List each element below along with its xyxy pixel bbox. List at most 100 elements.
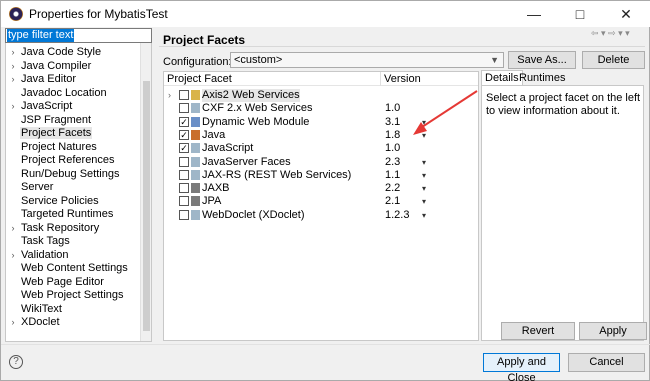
expand-arrow-icon[interactable]: › [6, 60, 20, 73]
facet-name: JAXB [202, 182, 230, 195]
delete-button[interactable]: Delete [582, 51, 645, 69]
revert-button[interactable]: Revert [501, 322, 575, 340]
tree-scrollbar-thumb[interactable] [143, 81, 150, 331]
column-version[interactable]: Version [384, 73, 421, 85]
maximize-icon[interactable]: □ [557, 1, 603, 27]
chevron-down-icon[interactable]: ▾ [422, 209, 426, 222]
facet-checkbox[interactable] [179, 196, 189, 207]
configuration-label: Configuration: [163, 56, 232, 68]
save-as-button[interactable]: Save As... [508, 51, 576, 69]
facet-row[interactable]: JAX-RS (REST Web Services) 1.1 ▾ [164, 169, 478, 182]
help-icon[interactable]: ? [9, 355, 23, 369]
chevron-down-icon[interactable]: ▾ [422, 169, 426, 182]
tree-item[interactable]: Task Tags [6, 235, 71, 248]
facet-version[interactable]: 1.0 [385, 102, 400, 115]
tree-item[interactable]: › Java Compiler [6, 60, 92, 73]
facet-version[interactable]: 2.2 [385, 182, 400, 195]
facet-version[interactable]: 1.8 [385, 129, 400, 142]
tree-item[interactable]: Web Project Settings [6, 289, 125, 302]
facet-version[interactable]: 2.3 [385, 156, 400, 169]
tree-item[interactable]: Server [6, 181, 54, 194]
facet-row[interactable]: JavaServer Faces 2.3 ▾ [164, 156, 478, 169]
chevron-down-icon[interactable]: ▾ [422, 195, 426, 208]
tree-item[interactable]: › Validation [6, 249, 70, 262]
apply-and-close-button[interactable]: Apply and Close [483, 353, 560, 381]
expand-arrow-icon[interactable]: › [6, 100, 20, 113]
header-separator [159, 46, 645, 47]
facet-version[interactable]: 1.2.3 [385, 209, 409, 222]
facet-version[interactable]: 2.1 [385, 195, 400, 208]
tree-item-label: Java Editor [21, 73, 77, 85]
chevron-down-icon[interactable]: ▾ [422, 129, 426, 142]
filter-input[interactable]: type filter text [5, 28, 152, 43]
expand-arrow-icon[interactable]: › [6, 316, 20, 329]
close-icon[interactable]: ✕ [603, 1, 649, 27]
expand-arrow-icon[interactable]: › [6, 73, 20, 86]
cancel-button[interactable]: Cancel [568, 353, 645, 372]
facet-version[interactable]: 3.1 [385, 116, 400, 129]
chevron-down-icon[interactable]: ▾ [422, 182, 426, 195]
tree-item[interactable]: Targeted Runtimes [6, 208, 114, 221]
facet-row[interactable]: JPA 2.1 ▾ [164, 195, 478, 208]
tree-item[interactable]: Run/Debug Settings [6, 168, 120, 181]
tree-item[interactable]: Project Natures [6, 141, 98, 154]
tree-item-label: WikiText [21, 302, 62, 315]
page-icon [191, 169, 200, 180]
facet-checkbox[interactable] [179, 156, 189, 167]
facet-checkbox[interactable] [179, 90, 189, 100]
facet-row[interactable]: ✓ Dynamic Web Module 3.1 ▾ [164, 116, 478, 129]
facet-version[interactable]: 1.0 [385, 142, 400, 155]
tree-item[interactable]: JSP Fragment [6, 114, 92, 127]
facet-checkbox[interactable]: ✓ [179, 143, 189, 154]
facet-checkbox[interactable]: ✓ [179, 129, 189, 140]
facet-row[interactable]: CXF 2.x Web Services 1.0 [164, 102, 478, 115]
tree-item[interactable]: › JavaScript [6, 100, 73, 113]
tree-item-label: Javadoc Location [21, 86, 107, 99]
facet-checkbox[interactable] [179, 169, 189, 180]
facet-name: Dynamic Web Module [202, 115, 310, 128]
chevron-down-icon: ▼ [490, 55, 499, 65]
tree-item[interactable]: › Java Code Style [6, 46, 102, 59]
page-icon [191, 209, 200, 220]
tree-scrollbar[interactable] [140, 43, 151, 341]
jaxb-icon [191, 183, 200, 194]
tree-item[interactable]: Project Facets [6, 127, 93, 140]
facet-version[interactable]: 1.1 [385, 169, 400, 182]
tree-item-label: Java Compiler [21, 59, 92, 72]
tree-item[interactable]: Service Policies [6, 195, 100, 208]
facet-checkbox[interactable] [179, 209, 189, 220]
expand-arrow-icon[interactable]: › [6, 249, 20, 262]
chevron-down-icon[interactable]: ▾ [422, 116, 426, 129]
expand-arrow-icon[interactable]: › [168, 89, 171, 102]
configuration-select[interactable]: <custom> ▼ [230, 52, 504, 68]
nav-arrows-icon[interactable]: ⇦ ▾ ⇨ ▾ ▾ [591, 28, 630, 39]
tree-item[interactable]: › Java Editor [6, 73, 77, 86]
chevron-down-icon[interactable]: ▾ [422, 156, 426, 169]
tree-item[interactable]: Project References [6, 154, 116, 167]
facet-checkbox[interactable] [179, 103, 189, 114]
tab-runtimes[interactable]: Runtimes [516, 71, 568, 86]
expand-arrow-icon[interactable]: › [6, 46, 20, 59]
facet-row[interactable]: ✓ JavaScript 1.0 [164, 142, 478, 155]
facet-row[interactable]: WebDoclet (XDoclet) 1.2.3 ▾ [164, 209, 478, 222]
facet-checkbox[interactable]: ✓ [179, 116, 189, 127]
facet-row[interactable]: ✓ Java 1.8 ▾ [164, 129, 478, 142]
apply-button[interactable]: Apply [579, 322, 647, 340]
facet-row[interactable]: › Axis2 Web Services [164, 89, 478, 102]
page-icon [191, 103, 200, 114]
details-text: Select a project facet on the left to vi… [486, 92, 641, 117]
facet-checkbox[interactable] [179, 183, 189, 194]
web-module-icon [191, 116, 200, 127]
expand-arrow-icon[interactable]: › [6, 222, 20, 235]
column-facet[interactable]: Project Facet [167, 73, 232, 85]
facet-row[interactable]: JAXB 2.2 ▾ [164, 182, 478, 195]
tree-item[interactable]: WikiText [6, 303, 63, 316]
minimize-icon[interactable]: — [511, 1, 557, 27]
tree-item[interactable]: › XDoclet [6, 316, 61, 329]
facet-name: Java [202, 128, 226, 141]
tree-item[interactable]: › Task Repository [6, 222, 100, 235]
folder-icon [191, 90, 200, 100]
tree-item[interactable]: Web Content Settings [6, 262, 129, 275]
tree-item[interactable]: Web Page Editor [6, 276, 105, 289]
tree-item[interactable]: Javadoc Location [6, 87, 108, 100]
